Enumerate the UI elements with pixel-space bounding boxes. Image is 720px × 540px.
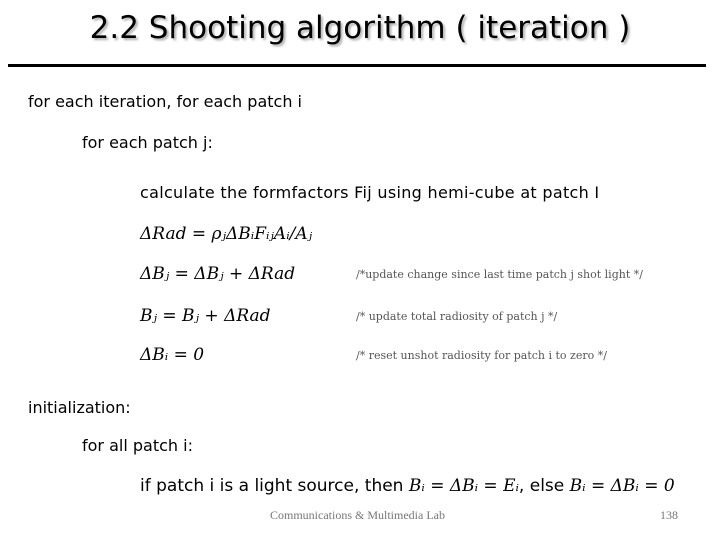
comment-delta-bj: /*update change since last time patch j … bbox=[356, 268, 643, 281]
init-condition-mid: , else bbox=[518, 476, 570, 496]
init-loop-line: for all patch i: bbox=[82, 436, 193, 455]
initialization-label: initialization: bbox=[28, 398, 131, 417]
init-math-else: Bᵢ = ΔBᵢ = 0 bbox=[569, 476, 675, 496]
equation-delta-bi: ΔBᵢ = 0 bbox=[140, 345, 205, 365]
footer-text: Communications & Multimedia Lab bbox=[270, 508, 445, 522]
page-number: 138 bbox=[660, 508, 678, 522]
init-math-light: Bᵢ = ΔBᵢ = Eᵢ bbox=[408, 476, 519, 496]
equation-bj: Bⱼ = Bⱼ + ΔRad bbox=[140, 306, 271, 326]
init-condition-line: if patch i is a light source, then Bᵢ = … bbox=[140, 476, 675, 496]
equation-delta-bj: ΔBⱼ = ΔBⱼ + ΔRad bbox=[140, 264, 296, 284]
outer-loop-line: for each iteration, for each patch i bbox=[28, 92, 302, 111]
init-condition-prefix: if patch i is a light source, then bbox=[140, 476, 409, 496]
slide-title: 2.2 Shooting algorithm ( iteration ) bbox=[89, 10, 631, 46]
calculate-line: calculate the formfactors Fij using hemi… bbox=[140, 183, 600, 202]
inner-loop-line: for each patch j: bbox=[82, 133, 213, 152]
comment-delta-bi: /* reset unshot radiosity for patch i to… bbox=[356, 349, 607, 362]
title-divider bbox=[8, 64, 706, 67]
equation-delta-rad: ΔRad = ρⱼΔBᵢFᵢⱼAᵢ/Aⱼ bbox=[140, 224, 313, 244]
comment-bj: /* update total radiosity of patch j */ bbox=[356, 310, 558, 323]
